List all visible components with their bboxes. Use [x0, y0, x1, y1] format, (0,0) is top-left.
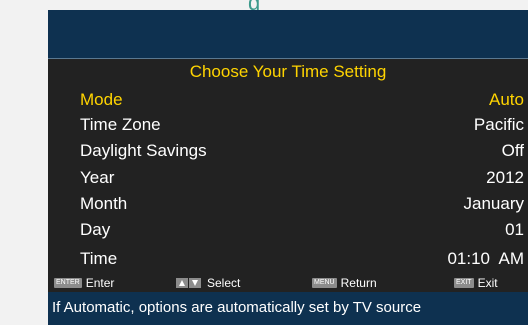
up-arrow-icon: [176, 278, 188, 288]
menu-row-time-zone[interactable]: Time Zone Pacific: [80, 115, 524, 137]
top-strip: g: [48, 0, 528, 10]
enter-key-icon: ENTER: [54, 278, 82, 288]
legend-exit-label: Exit: [477, 276, 498, 290]
row-value: January: [463, 194, 524, 213]
row-value: Off: [501, 141, 524, 160]
menu-key-icon: MENU: [312, 278, 337, 288]
row-value: Auto: [489, 90, 524, 109]
legend-select: Select: [176, 276, 240, 290]
down-arrow-icon: [189, 278, 201, 288]
help-bar: If Automatic, options are automatically …: [48, 292, 528, 325]
row-label: Month: [80, 194, 128, 213]
header-divider: [48, 58, 528, 59]
exit-key-icon: EXIT: [454, 278, 474, 288]
select-arrows: [176, 278, 202, 288]
header-bar: [48, 10, 528, 58]
help-text: If Automatic, options are automatically …: [52, 299, 422, 316]
legend-return: MENU Return: [312, 276, 377, 290]
row-label: Daylight Savings: [80, 141, 207, 160]
cropped-heading-fragment: g: [248, 0, 260, 10]
row-label: Day: [80, 220, 111, 239]
tv-settings-screen: Choose Your Time Setting Mode Auto Time …: [48, 10, 528, 325]
row-value: 2012: [486, 168, 524, 187]
menu-row-day[interactable]: Day 01: [80, 220, 524, 242]
menu-title: Choose Your Time Setting: [189, 62, 387, 81]
row-value: 01: [505, 220, 524, 239]
legend-enter: ENTER Enter: [54, 276, 114, 290]
legend-exit: EXIT Exit: [454, 276, 498, 290]
legend-enter-label: Enter: [85, 276, 115, 290]
menu-row-month[interactable]: Month January: [80, 194, 524, 216]
row-label: Year: [80, 168, 115, 187]
legend-select-label: Select: [207, 276, 241, 290]
row-label: Time Zone: [80, 115, 161, 134]
menu-row-year[interactable]: Year 2012: [80, 168, 524, 190]
menu-row-daylight-savings[interactable]: Daylight Savings Off: [80, 141, 524, 163]
row-label: Mode: [80, 90, 123, 109]
menu-row-mode[interactable]: Mode Auto: [80, 90, 524, 112]
button-legend: ENTER Enter Select MENU Return EXIT Exit: [48, 276, 528, 290]
row-value: Pacific: [473, 115, 524, 134]
row-value: 01:10 AM: [447, 249, 524, 268]
legend-return-label: Return: [340, 276, 377, 290]
row-label: Time: [80, 249, 118, 268]
menu-row-time[interactable]: Time 01:10 AM: [80, 249, 524, 271]
